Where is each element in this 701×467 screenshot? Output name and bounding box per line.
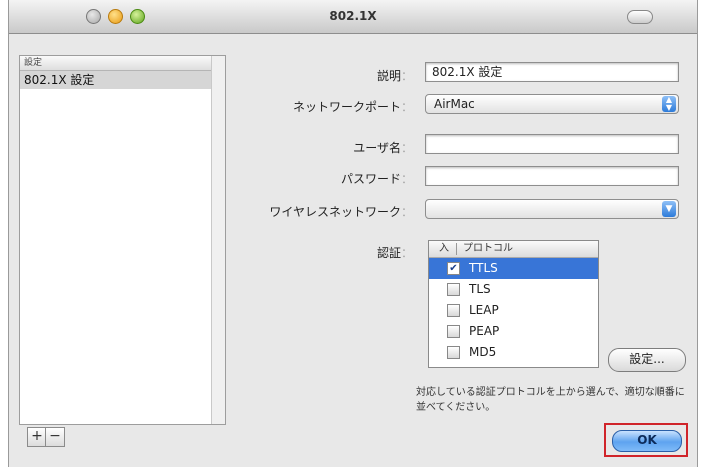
settings-list-item[interactable]: 802.1X 設定 (20, 71, 225, 89)
protocol-checkbox[interactable] (447, 304, 460, 317)
settings-list-header: 設定 (20, 56, 225, 71)
protocol-name: TLS (469, 282, 491, 296)
username-label: ユーザ名： (353, 141, 413, 155)
remove-configuration-button[interactable]: − (45, 427, 65, 447)
auth-label: 認証： (376, 246, 413, 260)
network-port-label: ネットワークポート： (292, 100, 413, 114)
chevron-down-icon: ▼ (662, 201, 676, 217)
title-bar: 802.1X (9, 0, 697, 34)
toolbar-toggle-button[interactable] (627, 10, 653, 24)
protocol-row-md5[interactable]: MD5 (429, 342, 598, 363)
ok-highlight: OK (604, 423, 688, 457)
protocol-row-tls[interactable]: TLS (429, 279, 598, 300)
ok-button[interactable]: OK (612, 430, 682, 452)
protocol-row-ttls[interactable]: ✔ TTLS (429, 258, 598, 279)
network-port-popup[interactable]: AirMac ▲ ▼ (425, 94, 679, 114)
protocol-name: TTLS (469, 261, 498, 275)
protocol-row-peap[interactable]: PEAP (429, 321, 598, 342)
network-port-value: AirMac (434, 97, 475, 111)
check-icon: ✔ (449, 263, 458, 274)
protocol-table: 入 プロトコル ✔ TTLS TLS LEAP PEAP MD5 (428, 240, 599, 368)
wireless-network-popup[interactable]: ▼ (425, 199, 679, 219)
protocol-order-note: 対応している認証プロトコルを上から選んで、適切な順番に並べてください。 (416, 387, 685, 413)
protocol-checkbox[interactable]: ✔ (447, 262, 460, 275)
protocol-table-header: 入 プロトコル (429, 241, 598, 258)
protocol-name: MD5 (469, 345, 497, 359)
password-field[interactable] (425, 166, 679, 186)
window-title: 802.1X (329, 9, 377, 23)
username-field[interactable] (425, 134, 679, 154)
configure-button[interactable]: 設定... (608, 348, 686, 372)
protocol-name: PEAP (469, 324, 500, 338)
protocol-checkbox[interactable] (447, 325, 460, 338)
add-configuration-button[interactable]: + (27, 427, 47, 447)
column-protocol[interactable]: プロトコル (463, 241, 513, 257)
updown-arrows-icon: ▲ ▼ (662, 96, 676, 112)
wireless-network-label: ワイヤレスネットワーク： (269, 205, 413, 219)
column-enabled[interactable]: 入 (439, 241, 449, 257)
protocol-checkbox[interactable] (447, 346, 460, 359)
description-label: 説明： (376, 69, 413, 83)
protocol-name: LEAP (469, 303, 499, 317)
protocol-row-leap[interactable]: LEAP (429, 300, 598, 321)
settings-list: 設定 802.1X 設定 (19, 55, 226, 425)
protocol-checkbox[interactable] (447, 283, 460, 296)
password-label: パスワード： (340, 172, 413, 186)
description-field[interactable]: 802.1X 設定 (425, 62, 679, 82)
